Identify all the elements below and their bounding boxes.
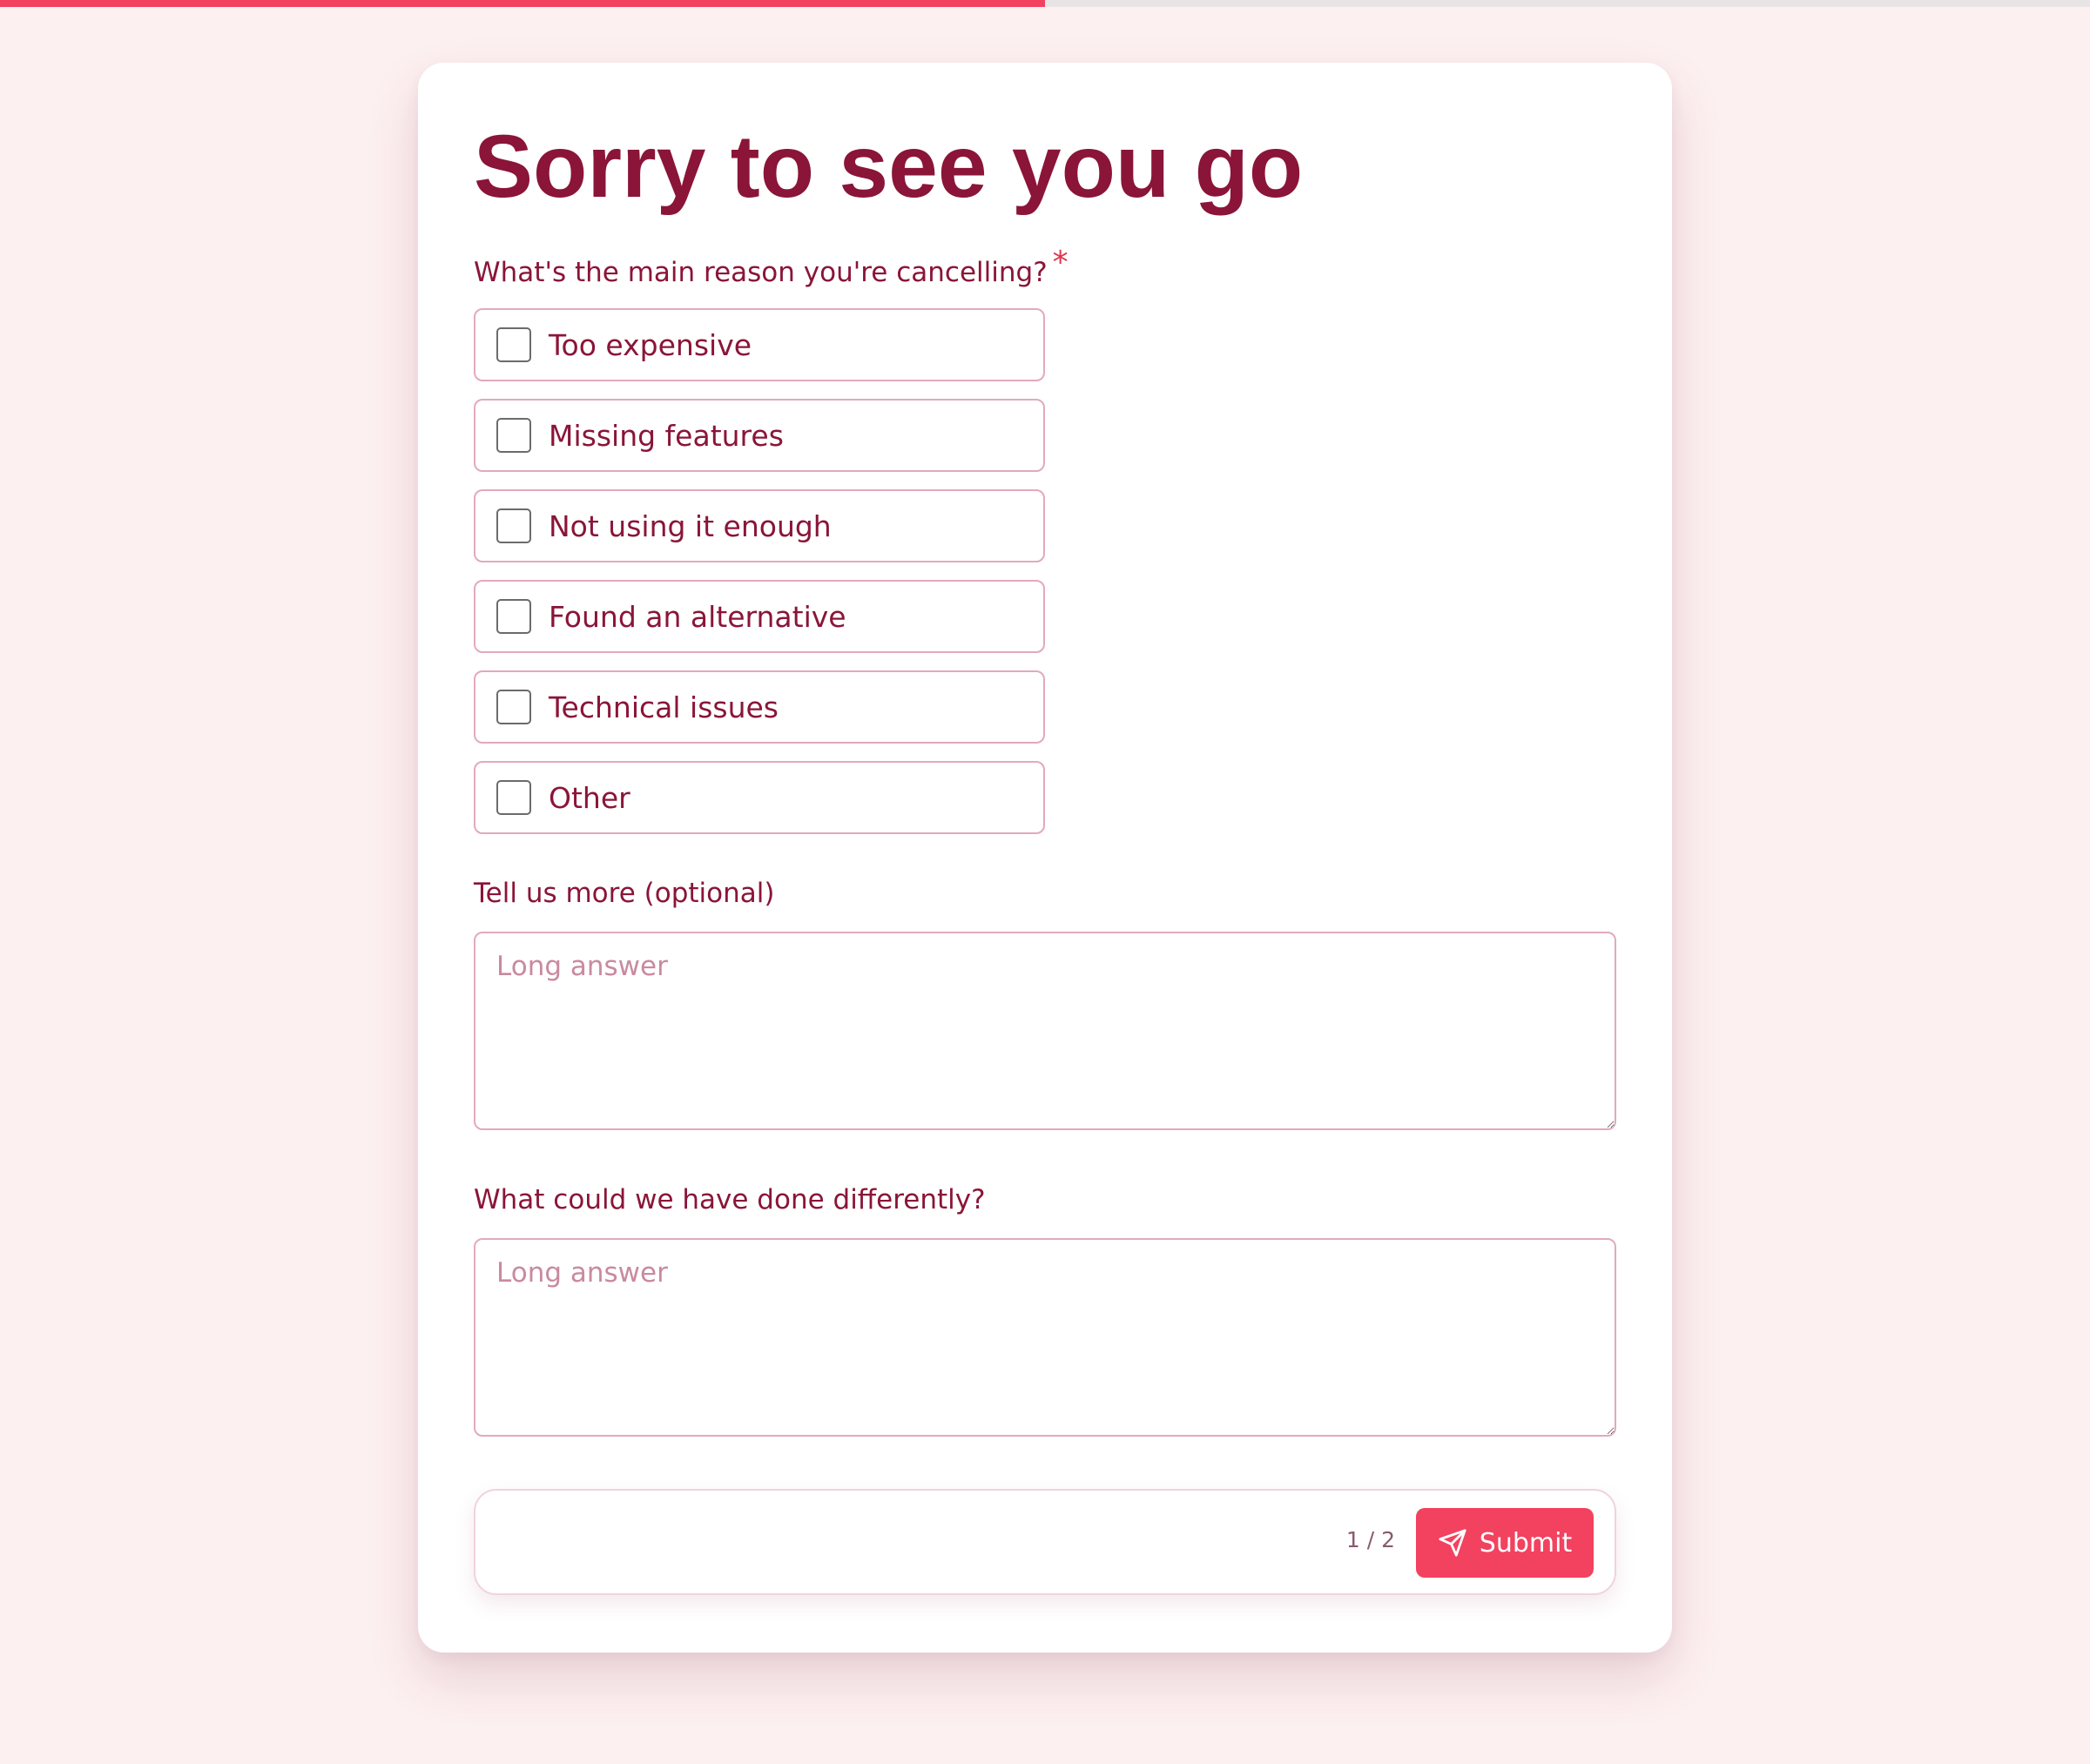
- checkbox[interactable]: [496, 327, 531, 362]
- question-label-text: What's the main reason you're cancelling…: [474, 257, 1048, 288]
- checkbox[interactable]: [496, 690, 531, 724]
- option-too-expensive[interactable]: Too expensive: [474, 308, 1045, 381]
- option-label: Technical issues: [549, 690, 779, 724]
- option-not-using-enough[interactable]: Not using it enough: [474, 489, 1045, 562]
- progress-bar-fill: [0, 0, 1045, 7]
- submit-label: Submit: [1479, 1527, 1573, 1559]
- option-other[interactable]: Other: [474, 761, 1045, 834]
- cancel-reason-options: Too expensive Missing features Not using…: [474, 308, 1045, 852]
- option-label: Not using it enough: [549, 508, 832, 543]
- checkbox[interactable]: [496, 508, 531, 543]
- send-icon: [1438, 1528, 1467, 1558]
- option-missing-features[interactable]: Missing features: [474, 399, 1045, 472]
- option-label: Found an alternative: [549, 599, 846, 634]
- form-title: Sorry to see you go: [474, 117, 1304, 216]
- form-card: Sorry to see you go What's the main reas…: [418, 63, 1672, 1653]
- checkbox[interactable]: [496, 599, 531, 634]
- question-label-cancel-reason: What's the main reason you're cancelling…: [474, 245, 1069, 290]
- tell-us-more-textarea[interactable]: [474, 932, 1616, 1130]
- checkbox[interactable]: [496, 780, 531, 815]
- option-found-alternative[interactable]: Found an alternative: [474, 580, 1045, 653]
- question-label-tell-us-more: Tell us more (optional): [474, 878, 775, 909]
- option-label: Too expensive: [549, 327, 752, 362]
- checkbox[interactable]: [496, 418, 531, 453]
- done-differently-textarea[interactable]: [474, 1238, 1616, 1437]
- form-footer: 1 / 2 Submit: [474, 1489, 1616, 1595]
- required-marker: *: [1052, 245, 1069, 280]
- submit-button[interactable]: Submit: [1416, 1508, 1594, 1578]
- option-label: Other: [549, 780, 630, 815]
- progress-bar: [0, 0, 2090, 7]
- option-label: Missing features: [549, 418, 784, 453]
- question-label-done-differently: What could we have done differently?: [474, 1184, 986, 1215]
- page-indicator: 1 / 2: [1345, 1527, 1395, 1552]
- option-technical-issues[interactable]: Technical issues: [474, 670, 1045, 744]
